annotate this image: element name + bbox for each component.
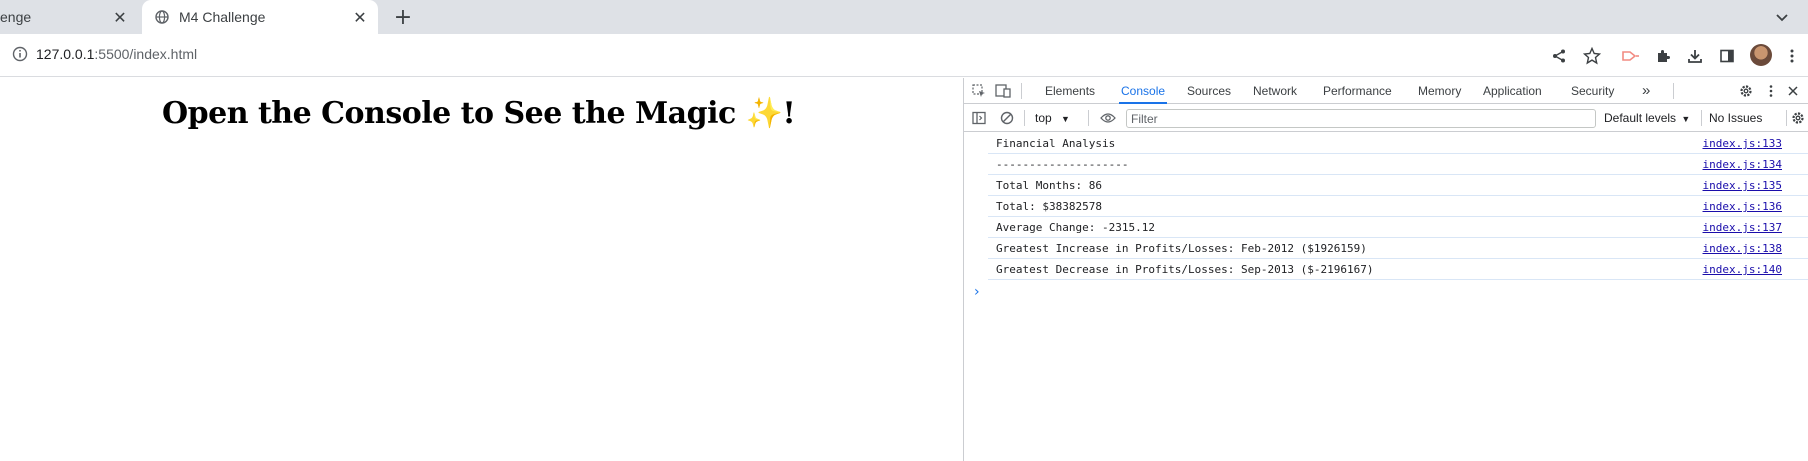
address-bar[interactable]: 127.0.0.1:5500/index.html [36, 46, 197, 62]
tab-strip: enge ✕ M4 Challenge ✕ + [0, 0, 1808, 34]
log-message: Total Months: 86 [996, 179, 1102, 192]
clear-console-icon[interactable] [999, 110, 1015, 126]
log-source-link[interactable]: index.js:140 [1703, 263, 1782, 276]
divider [1701, 110, 1702, 126]
console-log-row: Greatest Decrease in Profits/Losses: Sep… [988, 259, 1808, 280]
devtools-tab-application[interactable]: Application [1483, 78, 1542, 104]
share-icon[interactable] [1548, 45, 1570, 67]
console-log-row: Total: $38382578 index.js:136 [988, 196, 1808, 217]
log-levels-label: Default levels [1604, 111, 1677, 125]
side-panel-icon[interactable] [1716, 45, 1738, 67]
console-log-row: Total Months: 86 index.js:135 [988, 175, 1808, 196]
new-tab-button[interactable]: + [391, 5, 415, 30]
dropdown-arrow-icon: ▼ [1061, 114, 1070, 124]
url-host: 127.0.0.1 [36, 46, 95, 62]
console-log-row: Greatest Increase in Profits/Losses: Feb… [988, 238, 1808, 259]
log-levels-dropdown[interactable]: Default levels ▼ [1604, 111, 1690, 125]
tab-previous[interactable]: enge ✕ [0, 0, 138, 34]
sidebar-toggle-icon[interactable] [971, 110, 987, 126]
profile-avatar[interactable] [1750, 44, 1772, 66]
context-select[interactable]: top ▼ [1035, 111, 1070, 125]
devtools-tab-security[interactable]: Security [1571, 78, 1614, 104]
console-log-row: -------------------- index.js:134 [988, 154, 1808, 175]
log-source-link[interactable]: index.js:134 [1703, 158, 1782, 171]
issues-counter[interactable]: No Issues [1709, 111, 1762, 125]
more-tabs-icon[interactable]: » [1642, 78, 1650, 104]
page-viewport: Open the Console to See the Magic ✨! [0, 78, 963, 461]
devtools-tab-memory[interactable]: Memory [1418, 78, 1461, 104]
divider [1024, 110, 1025, 126]
console-log-row: Average Change: -2315.12 index.js:137 [988, 217, 1808, 238]
dropdown-arrow-icon: ▼ [1681, 114, 1691, 124]
console-prompt-chevron-icon: › [974, 284, 980, 300]
console-settings-gear-icon[interactable] [1790, 110, 1806, 126]
log-source-link[interactable]: index.js:137 [1703, 221, 1782, 234]
devtools-tab-bar: Elements Console Sources Network Perform… [964, 78, 1808, 104]
device-toolbar-icon[interactable] [995, 83, 1011, 99]
close-devtools-icon[interactable] [1785, 83, 1801, 99]
context-select-value: top [1035, 111, 1052, 125]
console-prompt-row[interactable]: › [964, 280, 1808, 301]
devtools-menu-icon[interactable] [1763, 83, 1779, 99]
globe-icon [154, 9, 170, 25]
divider [1786, 110, 1787, 126]
console-log-row: Financial Analysis index.js:133 [988, 133, 1808, 154]
devtools-tab-sources[interactable]: Sources [1187, 78, 1231, 104]
page-heading: Open the Console to See the Magic ✨! [162, 96, 796, 131]
close-tab-icon[interactable]: ✕ [350, 7, 370, 27]
devtools-panel: Elements Console Sources Network Perform… [963, 78, 1808, 461]
divider [1021, 83, 1022, 99]
close-tab-icon[interactable]: ✕ [110, 7, 130, 27]
log-source-link[interactable]: index.js:136 [1703, 200, 1782, 213]
devtools-tab-elements[interactable]: Elements [1045, 78, 1095, 104]
inspect-element-icon[interactable] [971, 83, 987, 99]
devtools-tab-performance[interactable]: Performance [1323, 78, 1392, 104]
devtools-tab-network[interactable]: Network [1253, 78, 1297, 104]
log-source-link[interactable]: index.js:135 [1703, 179, 1782, 192]
log-message: Greatest Decrease in Profits/Losses: Sep… [996, 263, 1374, 276]
address-toolbar: 127.0.0.1:5500/index.html [0, 34, 1808, 77]
chevron-down-icon[interactable] [1772, 7, 1792, 27]
info-icon[interactable] [12, 46, 28, 62]
tab-m4-challenge[interactable]: M4 Challenge ✕ [142, 0, 378, 34]
bookmark-star-icon[interactable] [1581, 45, 1603, 67]
url-path: :5500/index.html [94, 46, 198, 62]
extensions-puzzle-icon[interactable] [1652, 45, 1674, 67]
tab-title: M4 Challenge [179, 9, 266, 25]
log-source-link[interactable]: index.js:133 [1703, 137, 1782, 150]
log-message: Average Change: -2315.12 [996, 221, 1155, 234]
log-source-link[interactable]: index.js:138 [1703, 242, 1782, 255]
console-filter-input[interactable] [1126, 109, 1596, 128]
log-message: Total: $38382578 [996, 200, 1102, 213]
kebab-menu-icon[interactable] [1781, 45, 1803, 67]
console-filter-bar: top ▼ Default levels ▼ No Issues [964, 105, 1808, 132]
settings-gear-icon[interactable] [1738, 83, 1754, 99]
divider [1673, 83, 1674, 99]
divider [1088, 110, 1089, 126]
extension-arrow-icon[interactable] [1620, 45, 1642, 67]
devtools-tab-console[interactable]: Console [1119, 78, 1168, 104]
eye-icon[interactable] [1100, 110, 1116, 126]
download-icon[interactable] [1684, 45, 1706, 67]
log-message: Financial Analysis [996, 137, 1116, 150]
log-message: Greatest Increase in Profits/Losses: Feb… [996, 242, 1367, 255]
tab-title: enge [0, 9, 32, 25]
log-message: -------------------- [996, 158, 1129, 171]
console-output: Financial Analysis index.js:133 --------… [964, 133, 1808, 301]
